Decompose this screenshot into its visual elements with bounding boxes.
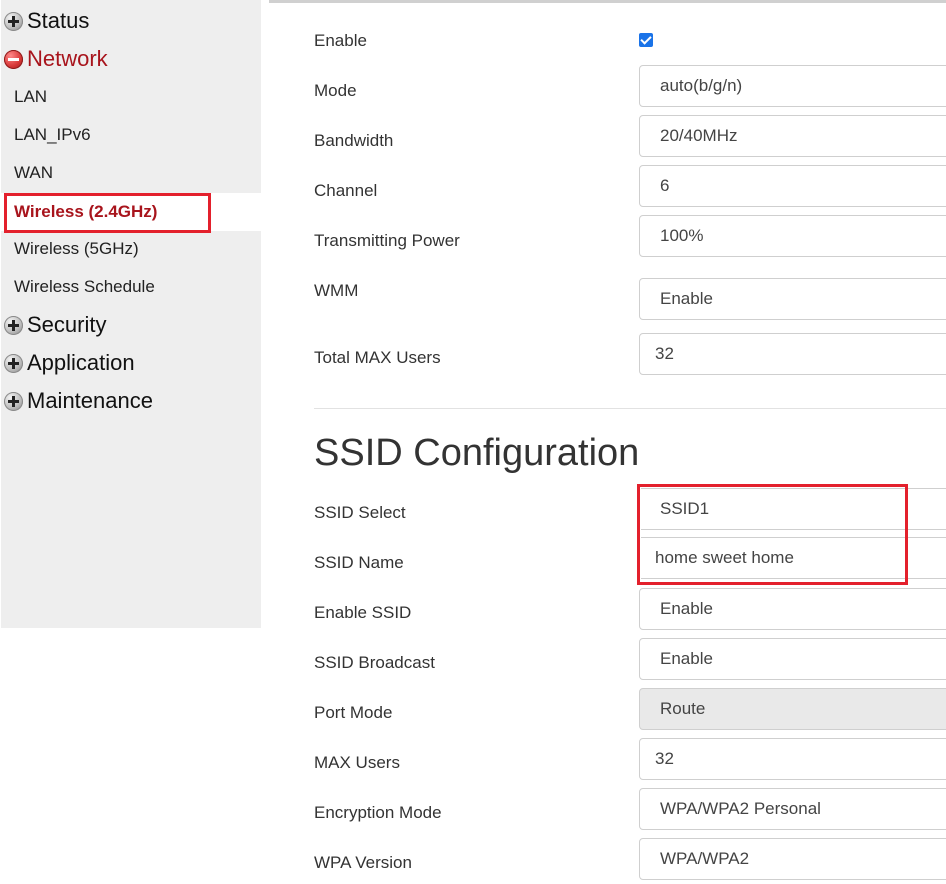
ssid-configuration-heading: SSID Configuration bbox=[314, 432, 640, 474]
wpa-version-label: WPA Version bbox=[314, 853, 412, 872]
expand-plus-icon bbox=[4, 391, 23, 411]
transmitting-power-select[interactable]: 100% bbox=[639, 215, 946, 257]
sidebar-item-lan-ipv6[interactable]: LAN_IPv6 bbox=[14, 120, 91, 150]
port-mode-select: Route bbox=[639, 688, 946, 730]
port-mode-label: Port Mode bbox=[314, 703, 393, 722]
collapse-minus-icon bbox=[4, 49, 23, 69]
enable-label: Enable bbox=[314, 31, 367, 50]
wmm-select[interactable]: Enable bbox=[639, 278, 946, 320]
wmm-label: WMM bbox=[314, 281, 359, 300]
ssid-select-label: SSID Select bbox=[314, 503, 406, 522]
sidebar-section-network[interactable]: Network bbox=[1, 42, 108, 76]
ssid-name-label: SSID Name bbox=[314, 553, 404, 572]
sidebar-item-lan[interactable]: LAN bbox=[14, 82, 47, 112]
enable-ssid-select[interactable]: Enable bbox=[639, 588, 946, 630]
sidebar-section-security[interactable]: Security bbox=[1, 308, 106, 342]
sidebar-item-wireless-5ghz[interactable]: Wireless (5GHz) bbox=[14, 234, 139, 264]
sidebar: Status Network LAN LAN_IPv6 WAN Wireless… bbox=[1, 0, 261, 628]
sidebar-section-status[interactable]: Status bbox=[1, 4, 89, 38]
section-divider bbox=[314, 408, 946, 409]
sidebar-section-label: Application bbox=[27, 350, 135, 375]
transmitting-power-label: Transmitting Power bbox=[314, 231, 460, 250]
encryption-mode-select[interactable]: WPA/WPA2 Personal bbox=[639, 788, 946, 830]
ssid-broadcast-label: SSID Broadcast bbox=[314, 653, 435, 672]
max-users-input[interactable]: 32 bbox=[639, 738, 946, 780]
sidebar-section-label: Network bbox=[27, 46, 108, 71]
encryption-mode-label: Encryption Mode bbox=[314, 803, 442, 822]
channel-label: Channel bbox=[314, 181, 378, 200]
sidebar-item-wireless-2-4ghz[interactable]: Wireless (2.4GHz) bbox=[1, 193, 261, 233]
bandwidth-label: Bandwidth bbox=[314, 131, 394, 150]
mode-label: Mode bbox=[314, 81, 357, 100]
sidebar-section-label: Status bbox=[27, 8, 90, 33]
mode-select[interactable]: auto(b/g/n) bbox=[639, 65, 946, 107]
expand-plus-icon bbox=[4, 353, 23, 373]
sidebar-section-maintenance[interactable]: Maintenance bbox=[1, 384, 153, 418]
sidebar-item-wan[interactable]: WAN bbox=[14, 158, 53, 188]
sidebar-item-label: Wireless (2.4GHz) bbox=[14, 202, 158, 221]
sidebar-section-application[interactable]: Application bbox=[1, 346, 135, 380]
sidebar-item-wireless-schedule[interactable]: Wireless Schedule bbox=[14, 272, 155, 302]
sidebar-section-label: Security bbox=[27, 312, 107, 337]
expand-plus-icon bbox=[4, 315, 23, 335]
total-max-users-label: Total MAX Users bbox=[314, 348, 441, 367]
enable-ssid-label: Enable SSID bbox=[314, 603, 412, 622]
ssid-highlight-box bbox=[637, 484, 908, 585]
enable-checkbox[interactable] bbox=[639, 33, 653, 47]
wpa-version-select[interactable]: WPA/WPA2 bbox=[639, 838, 946, 880]
bandwidth-select[interactable]: 20/40MHz bbox=[639, 115, 946, 157]
expand-plus-icon bbox=[4, 11, 23, 31]
ssid-broadcast-select[interactable]: Enable bbox=[639, 638, 946, 680]
total-max-users-input[interactable]: 32 bbox=[639, 333, 946, 375]
sidebar-section-label: Maintenance bbox=[27, 388, 153, 413]
channel-select[interactable]: 6 bbox=[639, 165, 946, 207]
content-top-border bbox=[269, 0, 946, 3]
max-users-label: MAX Users bbox=[314, 753, 400, 772]
